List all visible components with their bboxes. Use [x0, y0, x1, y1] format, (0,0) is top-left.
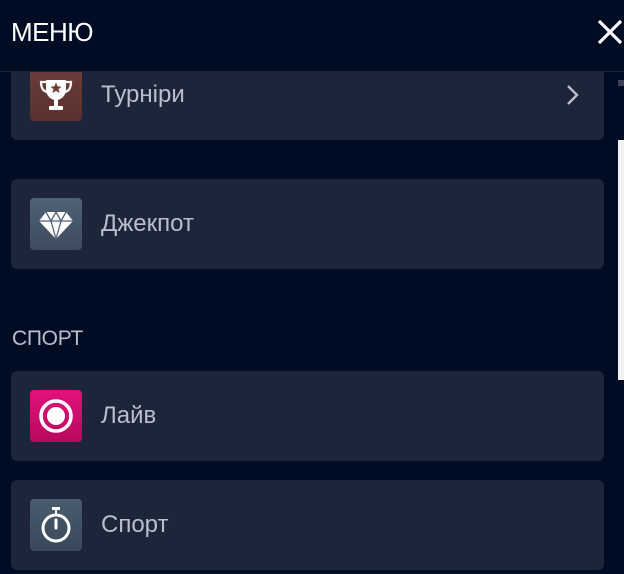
menu-item-live[interactable]: Лайв [11, 371, 604, 461]
chevron-right-icon [565, 83, 581, 107]
menu-title: МЕНЮ [11, 17, 94, 47]
menu-item-label: Лайв [101, 402, 157, 429]
menu-item-jackpot[interactable]: Джекпот [11, 179, 604, 269]
menu-panel: МЕНЮ Турніри Джекпот СПОРТ Лайв Спорт [0, 0, 624, 574]
scrollbar-thumb[interactable] [618, 140, 624, 380]
menu-item-tournaments[interactable]: Турніри [11, 72, 604, 140]
section-title-sport: СПОРТ [12, 327, 83, 350]
menu-item-label: Турніри [101, 81, 185, 108]
live-record-icon [30, 390, 82, 442]
scrollbar-up-arrow[interactable] [618, 80, 624, 86]
menu-item-sport[interactable]: Спорт [11, 480, 604, 570]
trophy-star-icon [30, 72, 82, 121]
menu-item-label: Спорт [101, 511, 169, 538]
close-button[interactable] [596, 16, 624, 48]
menu-header: МЕНЮ [0, 0, 624, 72]
close-icon [597, 19, 623, 45]
menu-scroll-area[interactable]: Турніри Джекпот СПОРТ Лайв Спорт [0, 72, 624, 574]
diamond-icon [30, 198, 82, 250]
menu-item-label: Джекпот [101, 210, 194, 237]
stopwatch-icon [30, 499, 82, 551]
